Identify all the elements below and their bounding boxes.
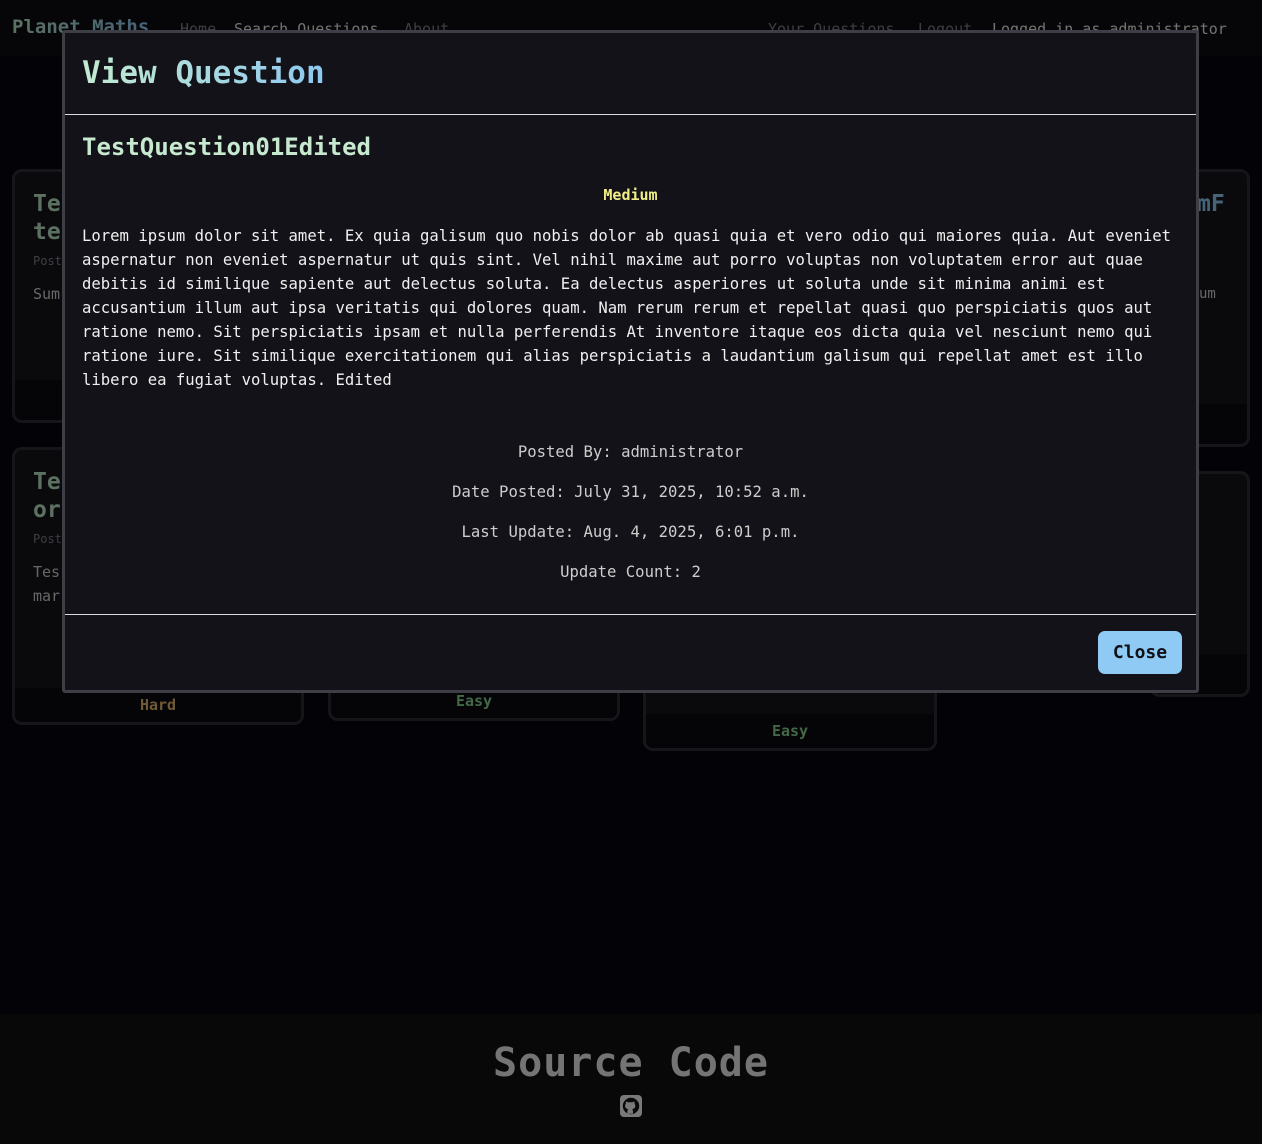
close-button[interactable]: Close [1098,631,1182,674]
view-question-modal: View Question TestQuestion01Edited Mediu… [62,30,1199,693]
modal-footer: Close [65,614,1196,691]
date-posted: Date Posted: July 31, 2025, 10:52 a.m. [452,483,809,501]
question-title: TestQuestion01Edited [82,133,371,161]
modal-header: View Question [65,33,1196,115]
update-count: Update Count: 2 [560,563,701,581]
modal-title: View Question [82,55,325,91]
posted-by: Posted By: administrator [517,443,744,461]
difficulty-badge: Medium [603,186,658,204]
question-body: Lorem ipsum dolor sit amet. Ex quia gali… [82,227,1172,389]
last-update: Last Update: Aug. 4, 2025, 6:01 p.m. [461,523,800,541]
